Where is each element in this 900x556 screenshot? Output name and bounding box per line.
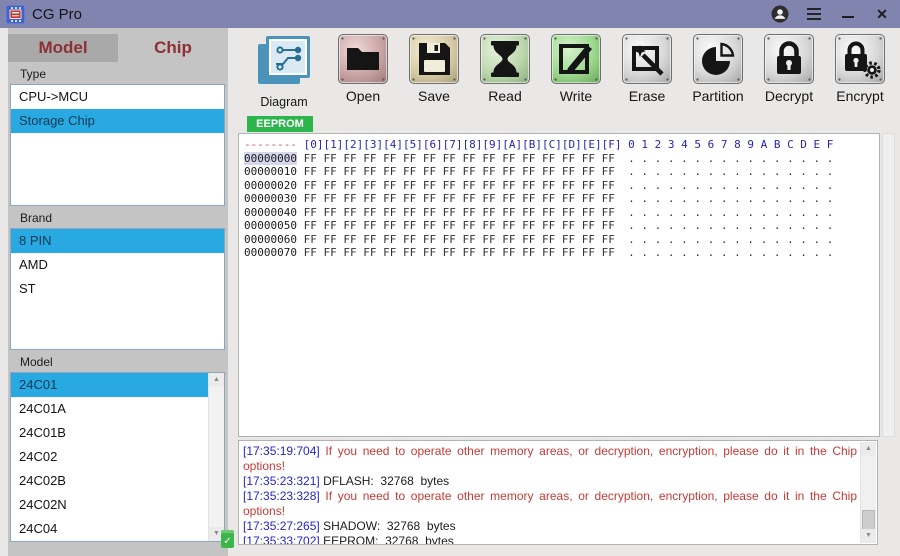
log-line: [17:35:33:702] EEPROM: 32768 bytes	[243, 534, 857, 545]
brand-label: Brand	[8, 206, 228, 228]
decrypt-button-label: Decrypt	[765, 88, 813, 104]
log-line: [17:35:27:265] SHADOW: 32768 bytes	[243, 519, 857, 534]
save-button[interactable]: Save	[399, 34, 469, 104]
hex-header-row: -------- [0][1][2][3][4][5][6][7][8][9][…	[244, 138, 879, 152]
side-tabs: Model Chip	[8, 34, 228, 62]
hex-row-00000070[interactable]: 00000070 FF FF FF FF FF FF FF FF FF FF F…	[244, 246, 879, 260]
memory-area-tab-eeprom[interactable]: EEPROM	[247, 116, 313, 132]
open-icon	[338, 34, 388, 84]
save-button-label: Save	[418, 88, 450, 104]
hex-row-00000040[interactable]: 00000040 FF FF FF FF FF FF FF FF FF FF F…	[244, 206, 879, 220]
hex-row-00000000[interactable]: 00000000 FF FF FF FF FF FF FF FF FF FF F…	[244, 152, 879, 166]
app-window: CG Pro ✕ Model Chip TypeCPU->MCUStorage …	[0, 0, 900, 556]
main-area: Diagram Open Save Read Write Erase Partition De…	[236, 28, 900, 556]
scroll-up-icon[interactable]: ▲	[861, 442, 876, 456]
diagram-icon	[256, 34, 312, 93]
left-panel: Model Chip TypeCPU->MCUStorage ChipBrand…	[8, 28, 228, 556]
partition-button-label: Partition	[692, 88, 743, 104]
log-scrollbar[interactable]: ▲ ▼	[860, 442, 876, 543]
model-scrollbar[interactable]: ▲▼	[208, 373, 224, 541]
decrypt-button[interactable]: Decrypt	[754, 34, 824, 104]
type-item-cpu-mcu[interactable]: CPU->MCU	[11, 85, 224, 109]
write-button-label: Write	[560, 88, 592, 104]
decrypt-icon	[764, 34, 814, 84]
read-button[interactable]: Read	[470, 34, 540, 104]
erase-button-label: Erase	[629, 88, 666, 104]
scroll-up-icon[interactable]: ▲	[209, 373, 224, 387]
model-item-24c01b[interactable]: 24C01B	[11, 421, 224, 445]
type-item-storage-chip[interactable]: Storage Chip	[11, 109, 224, 133]
minimize-button[interactable]	[838, 4, 858, 24]
model-item-24c02[interactable]: 24C02	[11, 445, 224, 469]
brand-item-amd[interactable]: AMD	[11, 253, 224, 277]
model-item-24c04[interactable]: 24C04	[11, 517, 224, 541]
encrypt-button[interactable]: Encrypt	[825, 34, 895, 104]
hex-row-00000010[interactable]: 00000010 FF FF FF FF FF FF FF FF FF FF F…	[244, 165, 879, 179]
read-icon	[480, 34, 530, 84]
model-list: 24C0124C01A24C01B24C0224C02B24C02N24C04▲…	[10, 372, 225, 542]
write-icon	[551, 34, 601, 84]
open-button[interactable]: Open	[328, 34, 398, 104]
type-label: Type	[8, 62, 228, 84]
model-item-24c01a[interactable]: 24C01A	[11, 397, 224, 421]
account-icon[interactable]	[770, 4, 790, 24]
open-button-label: Open	[346, 88, 380, 104]
scroll-down-icon[interactable]: ▼	[861, 529, 876, 543]
type-list: CPU->MCUStorage Chip	[10, 84, 225, 206]
read-button-label: Read	[488, 88, 521, 104]
erase-button[interactable]: Erase	[612, 34, 682, 104]
log-line: [17:35:23:328] If you need to operate ot…	[243, 489, 857, 519]
encrypt-icon	[835, 34, 885, 84]
save-icon	[409, 34, 459, 84]
brand-item-st[interactable]: ST	[11, 277, 224, 301]
write-button[interactable]: Write	[541, 34, 611, 104]
model-item-24c02b[interactable]: 24C02B	[11, 469, 224, 493]
partition-button[interactable]: Partition	[683, 34, 753, 104]
brand-list: 8 PINAMDST	[10, 228, 225, 350]
partition-icon	[693, 34, 743, 84]
tab-model[interactable]: Model	[8, 34, 118, 62]
model-item-24c01[interactable]: 24C01	[11, 373, 224, 397]
tab-chip[interactable]: Chip	[118, 34, 228, 62]
status-check-icon: ✓	[221, 530, 234, 548]
close-button[interactable]: ✕	[872, 4, 892, 24]
erase-icon	[622, 34, 672, 84]
menu-icon[interactable]	[804, 4, 824, 24]
diagram-button[interactable]: Diagram	[246, 34, 322, 109]
model-item-24c02n[interactable]: 24C02N	[11, 493, 224, 517]
model-label: Model	[8, 350, 228, 372]
brand-item-8-pin[interactable]: 8 PIN	[11, 229, 224, 253]
hex-row-00000020[interactable]: 00000020 FF FF FF FF FF FF FF FF FF FF F…	[244, 179, 879, 193]
hex-scrollbar[interactable]	[882, 133, 895, 437]
log-line: [17:35:23:321] DFLASH: 32768 bytes	[243, 474, 857, 489]
log-panel: [17:35:19:704] If you need to operate ot…	[238, 440, 878, 545]
app-logo-icon	[6, 5, 25, 24]
hex-row-00000050[interactable]: 00000050 FF FF FF FF FF FF FF FF FF FF F…	[244, 219, 879, 233]
hex-row-00000060[interactable]: 00000060 FF FF FF FF FF FF FF FF FF FF F…	[244, 233, 879, 247]
window-title: CG Pro	[32, 6, 82, 23]
hex-editor[interactable]: -------- [0][1][2][3][4][5][6][7][8][9][…	[238, 133, 880, 437]
encrypt-button-label: Encrypt	[836, 88, 883, 104]
log-line: [17:35:19:704] If you need to operate ot…	[243, 444, 857, 474]
hex-row-00000030[interactable]: 00000030 FF FF FF FF FF FF FF FF FF FF F…	[244, 192, 879, 206]
titlebar: CG Pro ✕	[0, 0, 900, 28]
diagram-button-label: Diagram	[260, 95, 307, 109]
toolbar: Diagram Open Save Read Write Erase Partition De…	[246, 34, 896, 109]
